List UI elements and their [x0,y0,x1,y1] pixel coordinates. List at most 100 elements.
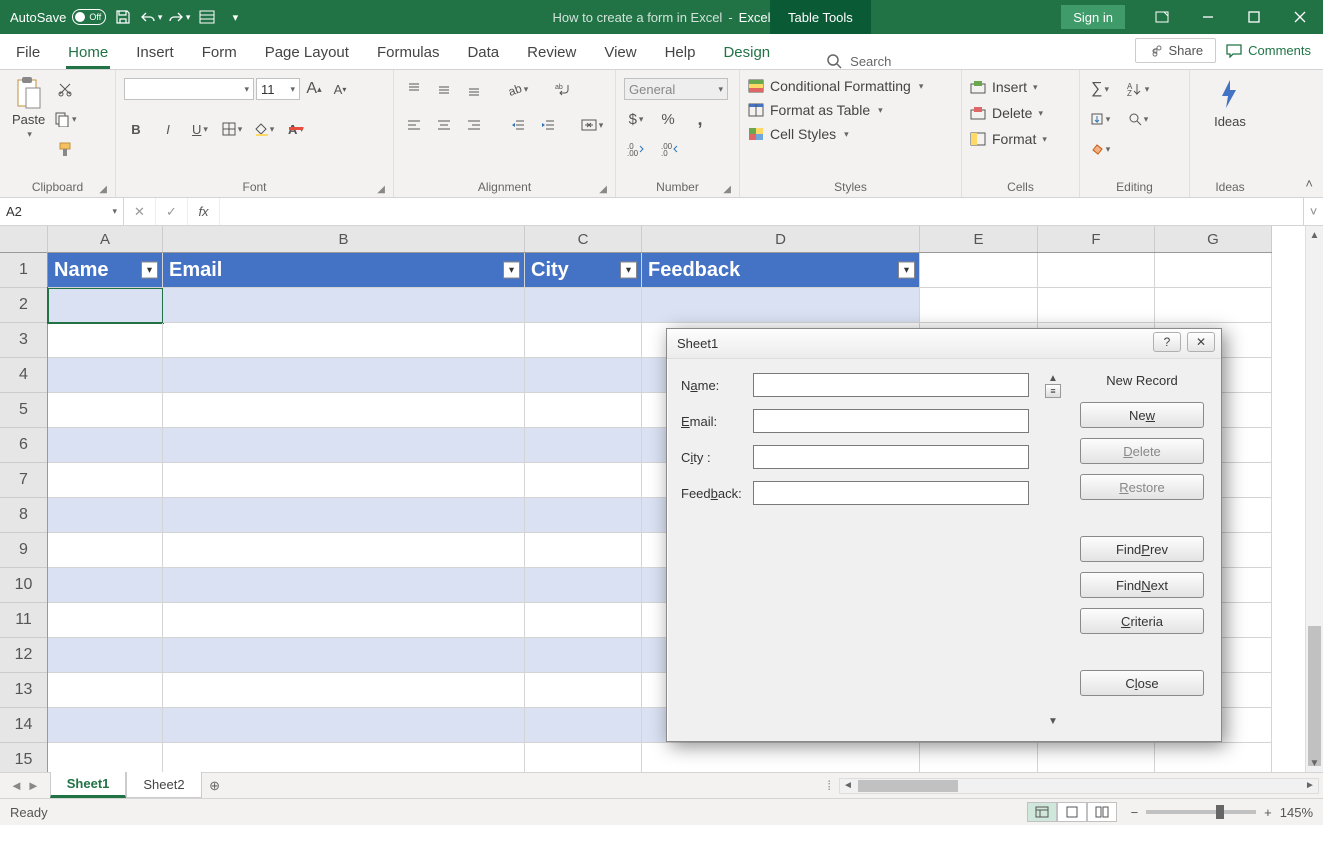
font-color-icon[interactable]: A▾ [284,118,308,140]
wrap-text-icon[interactable]: ab [550,78,574,100]
row-header[interactable]: 10 [0,568,47,603]
row-header[interactable]: 13 [0,673,47,708]
filter-dropdown-icon[interactable] [503,262,520,279]
fill-icon[interactable]: ▾ [1088,108,1112,130]
sheet-nav-next-icon[interactable]: ► [27,778,40,793]
qat-customize-icon[interactable]: ▾ [224,6,246,28]
filter-dropdown-icon[interactable] [620,262,637,279]
cell[interactable] [525,603,642,638]
sheet-tab-2[interactable]: Sheet2 [126,772,201,798]
name-box[interactable]: A2▾ [0,198,124,225]
undo-icon[interactable]: ▾ [140,6,162,28]
cell[interactable] [642,288,920,323]
cell[interactable] [48,533,163,568]
cell[interactable] [163,498,525,533]
minimize-icon[interactable] [1185,0,1231,34]
row-header[interactable]: 2 [0,288,47,323]
row-header[interactable]: 14 [0,708,47,743]
decrease-decimal-icon[interactable]: .00.0 [658,138,682,160]
page-break-view-icon[interactable] [1087,802,1117,822]
cell[interactable] [163,568,525,603]
criteria-button[interactable]: Criteria [1080,608,1204,634]
dialog-close-icon[interactable]: ✕ [1187,332,1215,352]
underline-icon[interactable]: U▾ [188,118,212,140]
save-icon[interactable] [112,6,134,28]
cell[interactable] [525,323,642,358]
column-header[interactable]: D [642,226,920,252]
cell[interactable] [525,498,642,533]
field-input-name[interactable] [753,373,1029,397]
tab-view[interactable]: View [602,38,638,69]
align-center-icon[interactable] [432,114,456,136]
bold-icon[interactable]: B [124,118,148,140]
cell[interactable] [163,673,525,708]
cancel-formula-icon[interactable]: ✕ [124,198,156,225]
field-input-email[interactable] [753,409,1029,433]
row-header[interactable]: 12 [0,638,47,673]
horizontal-scrollbar[interactable]: ◄► [839,778,1319,794]
tab-insert[interactable]: Insert [134,38,176,69]
clipboard-launcher-icon[interactable]: ◢ [99,184,107,195]
column-header[interactable]: E [920,226,1038,252]
cell[interactable] [48,358,163,393]
dialog-record-scrollbar[interactable]: ▲ ≡ ▼ [1043,373,1063,727]
row-header[interactable]: 3 [0,323,47,358]
sheet-nav-prev-icon[interactable]: ◄ [10,778,23,793]
cell[interactable] [163,708,525,743]
redo-icon[interactable]: ▾ [168,6,190,28]
collapse-ribbon-icon[interactable]: ˄ [1305,176,1313,191]
cell[interactable] [48,393,163,428]
find-prev-button[interactable]: Find Prev [1080,536,1204,562]
cell[interactable] [48,568,163,603]
cell[interactable] [525,568,642,603]
cell[interactable] [525,533,642,568]
tab-home[interactable]: Home [66,38,110,69]
align-middle-icon[interactable] [432,78,456,100]
fx-icon[interactable]: fx [188,198,220,225]
tab-help[interactable]: Help [663,38,698,69]
cell[interactable] [163,393,525,428]
cell[interactable] [48,603,163,638]
field-input-feedback[interactable] [753,481,1029,505]
cell[interactable] [163,638,525,673]
cell[interactable]: Name [48,253,163,288]
font-launcher-icon[interactable]: ◢ [377,184,385,195]
cell[interactable] [525,673,642,708]
alignment-launcher-icon[interactable]: ◢ [599,184,607,195]
cell[interactable] [163,323,525,358]
tab-review[interactable]: Review [525,38,578,69]
font-family-combo[interactable]: ▾ [124,78,254,100]
cell[interactable] [48,323,163,358]
cell[interactable] [525,428,642,463]
row-header[interactable]: 5 [0,393,47,428]
share-button[interactable]: Share [1135,38,1216,63]
tab-design[interactable]: Design [721,38,772,69]
cell[interactable] [1038,253,1155,288]
cell[interactable] [525,743,642,772]
column-header[interactable]: B [163,226,525,252]
cell[interactable] [163,288,525,323]
tab-form[interactable]: Form [200,38,239,69]
ribbon-display-icon[interactable] [1139,0,1185,34]
comments-button[interactable]: Comments [1226,43,1311,58]
cell[interactable] [48,743,163,772]
cell[interactable] [48,288,163,323]
add-sheet-button[interactable]: ⊕ [202,773,228,798]
decrease-indent-icon[interactable] [506,114,530,136]
cell[interactable] [163,533,525,568]
cell[interactable] [525,708,642,743]
cell[interactable] [48,463,163,498]
cell[interactable] [163,358,525,393]
cell[interactable] [48,498,163,533]
cell[interactable] [1155,288,1272,323]
comma-format-icon[interactable]: , [688,108,712,130]
cut-icon[interactable] [53,78,77,100]
paste-button[interactable]: Paste ▾ [8,74,49,142]
fill-color-icon[interactable]: ▾ [252,118,276,140]
sign-in-button[interactable]: Sign in [1061,5,1125,29]
cell[interactable] [1038,743,1155,772]
zoom-out-icon[interactable]: − [1131,805,1139,820]
italic-icon[interactable]: I [156,118,180,140]
delete-button[interactable]: Delete [1080,438,1204,464]
new-button[interactable]: New [1080,402,1204,428]
